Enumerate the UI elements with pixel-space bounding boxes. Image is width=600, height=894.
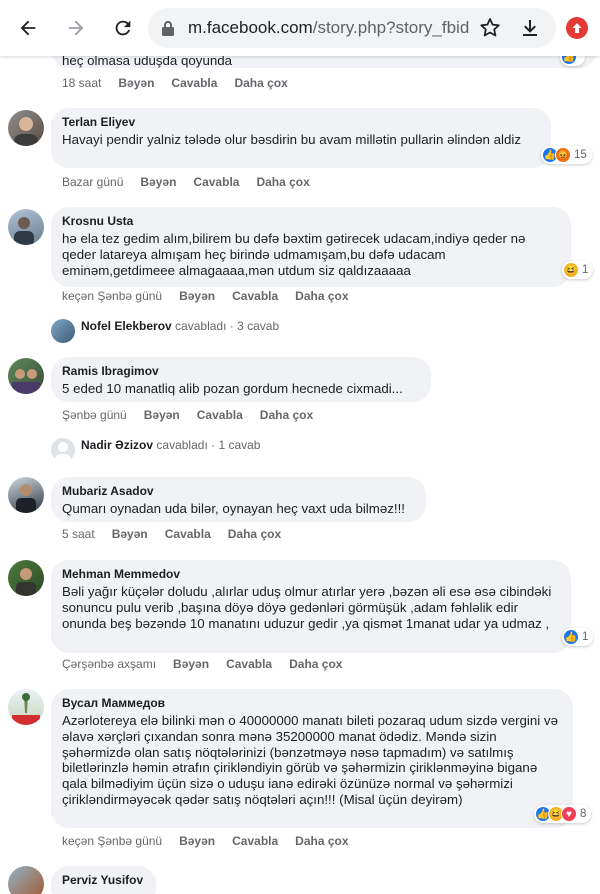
reply-link[interactable]: Cavabla <box>232 834 278 848</box>
more-link[interactable]: Daha çox <box>228 527 281 541</box>
more-link[interactable]: Daha çox <box>234 76 287 90</box>
avatar[interactable] <box>8 110 44 146</box>
replies-summary[interactable]: Nadir Əzizov cavabladı · 1 cavab <box>51 438 261 462</box>
comment-author[interactable]: Krosnu Usta <box>62 214 559 228</box>
more-link[interactable]: Daha çox <box>260 408 313 422</box>
comment-author[interactable]: Ramis Ibragimov <box>62 364 419 378</box>
comment-bubble: Mubariz Asadov Qumarı oynadan uda bilər,… <box>51 477 426 522</box>
comment-bubble: Krosnu Usta hə ela tez gedim alım,bilire… <box>51 207 571 287</box>
comment-meta: 18 saat Bəyən Cavabla Daha çox <box>62 76 305 90</box>
more-link[interactable]: Daha çox <box>256 175 309 189</box>
comment-time: 5 saat <box>62 527 95 541</box>
avatar[interactable] <box>8 866 44 894</box>
like-link[interactable]: Bəyən <box>179 834 215 848</box>
address-bar[interactable]: m.facebook.com/story.php?story_fbid=4 <box>148 8 556 48</box>
comment-time: Şənbə günü <box>62 408 127 422</box>
avatar <box>51 438 75 462</box>
reply-count: · 1 cavab <box>211 438 261 452</box>
love-reaction-icon: ♥ <box>561 806 577 822</box>
angry-reaction-icon: 😡 <box>555 147 571 163</box>
comment-author[interactable]: Mehman Memmedov <box>62 567 559 581</box>
reply-link[interactable]: Cavabla <box>197 408 243 422</box>
comment-meta: Çərşənbə axşamı Bəyən Cavabla Daha çox <box>62 657 359 671</box>
avatar[interactable] <box>8 689 44 725</box>
like-link[interactable]: Bəyən <box>140 175 176 189</box>
comment-meta: keçən Şənbə günü Bəyən Cavabla Daha çox <box>62 834 366 848</box>
comment-bubble: Perviz Yusifov <box>51 866 156 894</box>
comment-author[interactable]: Mubariz Asadov <box>62 484 414 498</box>
comment-author[interactable]: Perviz Yusifov <box>62 873 144 887</box>
comment-text: hə ela tez gedim alım,bilirem bu dəfə bə… <box>62 231 526 278</box>
forward-arrow-icon[interactable] <box>61 13 91 43</box>
like-link[interactable]: Bəyən <box>144 408 180 422</box>
comment-time: Çərşənbə axşamı <box>62 657 157 671</box>
avatar[interactable] <box>8 358 44 394</box>
haha-reaction-icon: 😆 <box>563 262 579 278</box>
like-link[interactable]: Bəyən <box>118 76 154 90</box>
like-link[interactable]: Bəyən <box>173 657 209 671</box>
back-arrow-icon[interactable] <box>13 13 43 43</box>
comment-time: keçən Şənbə günü <box>62 834 163 848</box>
more-link[interactable]: Daha çox <box>295 834 348 848</box>
reply-count: · 3 cavab <box>229 319 280 333</box>
like-link[interactable]: Bəyən <box>179 289 215 303</box>
reaction-badge[interactable]: 👍 😡 15 <box>541 146 592 164</box>
comment-time: 18 saat <box>62 76 102 90</box>
comment-author[interactable]: Terlan Eliyev <box>62 115 539 129</box>
bookmark-star-icon[interactable] <box>478 16 502 45</box>
reaction-badge[interactable]: 👍 1 <box>562 628 594 646</box>
reply-link[interactable]: Cavabla <box>165 527 211 541</box>
more-link[interactable]: Daha çox <box>289 657 342 671</box>
reaction-badge[interactable]: 👍 😆 ♥ 8 <box>534 805 592 823</box>
replies-summary[interactable]: Nofel Elekberov cavabladı · 3 cavab <box>51 319 280 343</box>
comment-time: Bazar günü <box>62 175 124 189</box>
avatar[interactable] <box>8 209 44 245</box>
avatar[interactable] <box>8 477 44 513</box>
comment-meta: keçən Şənbə günü Bəyən Cavabla Daha çox <box>62 289 366 303</box>
reply-link[interactable]: Cavabla <box>193 175 239 189</box>
comment-time: keçən Şənbə günü <box>62 289 163 303</box>
comment-text: 5 eded 10 manatliq alib pozan gordum hec… <box>62 381 403 396</box>
reply-author: Nofel Elekberov <box>81 319 172 333</box>
comment-bubble: Terlan Eliyev Havayi pendir yalniz tələd… <box>51 108 551 168</box>
avatar <box>51 319 75 343</box>
comment-bubble: Ramis Ibragimov 5 eded 10 manatliq alib … <box>51 357 431 402</box>
comment-text: Azərlotereya elə bilinki mən o 40000000 … <box>62 713 558 807</box>
reply-verb: cavabladı <box>175 319 227 333</box>
browser-toolbar: m.facebook.com/story.php?story_fbid=4 <box>0 0 600 56</box>
reply-link[interactable]: Cavabla <box>232 289 278 303</box>
reply-author: Nadir Əzizov <box>81 438 154 452</box>
comment-text: Havayi pendir yalniz tələdə olur bəsdiri… <box>62 132 521 147</box>
comment-bubble: Вусал Маммедов Azərlotereya elə bilinki … <box>51 689 573 828</box>
url-text: m.facebook.com/story.php?story_fbid=4 <box>188 18 470 37</box>
lock-icon <box>161 20 175 41</box>
comment-meta: Şənbə günü Bəyən Cavabla Daha çox <box>62 408 330 422</box>
like-link[interactable]: Bəyən <box>112 527 148 541</box>
comment-author[interactable]: Вусал Маммедов <box>62 696 561 710</box>
reply-verb: cavabladı <box>156 438 208 452</box>
download-icon[interactable] <box>518 16 542 45</box>
more-link[interactable]: Daha çox <box>295 289 348 303</box>
like-reaction-icon: 👍 <box>563 629 579 645</box>
reload-icon[interactable] <box>108 13 138 43</box>
extension-icon[interactable] <box>566 17 588 39</box>
avatar[interactable] <box>8 560 44 596</box>
reply-link[interactable]: Cavabla <box>226 657 272 671</box>
comment-bubble: Mehman Memmedov Bəli yağır küçələr dolud… <box>51 560 571 653</box>
comment-text: Bəli yağır küçələr doludu ,alırlar uduş … <box>62 584 552 631</box>
reaction-badge[interactable]: 😆 1 <box>562 261 594 279</box>
comment-meta: Bazar günü Bəyən Cavabla Daha çox <box>62 175 327 189</box>
comment-meta: 5 saat Bəyən Cavabla Daha çox <box>62 527 298 541</box>
reply-link[interactable]: Cavabla <box>171 76 217 90</box>
comment-text: Qumarı oynadan uda bilər, oynayan heç va… <box>62 501 405 516</box>
